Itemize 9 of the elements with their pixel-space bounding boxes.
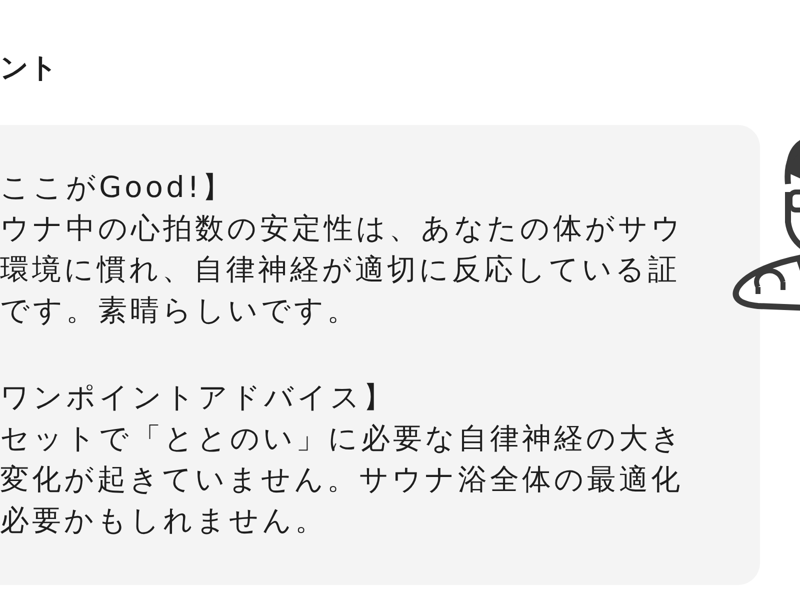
advice-heading: ここがGood!】 [0, 169, 234, 206]
advice-text: 変化が起きていません。サウナ浴全体の最適化 [0, 461, 683, 498]
advice-text: ウナ中の心拍数の安定性は、あなたの体がサウ [0, 210, 684, 247]
advice-text: です。素晴らしいです。 [0, 292, 359, 329]
advice-heading: ワンポイントアドバイス】 [0, 379, 395, 416]
advice-text: 必要かもしれません。 [0, 502, 327, 539]
advice-text: 環境に慣れ、自律神経が適切に反応している証 [0, 251, 680, 288]
section-title: ント [0, 50, 59, 86]
advice-text: セットで「ととのい」に必要な自律神経の大き [0, 420, 684, 457]
